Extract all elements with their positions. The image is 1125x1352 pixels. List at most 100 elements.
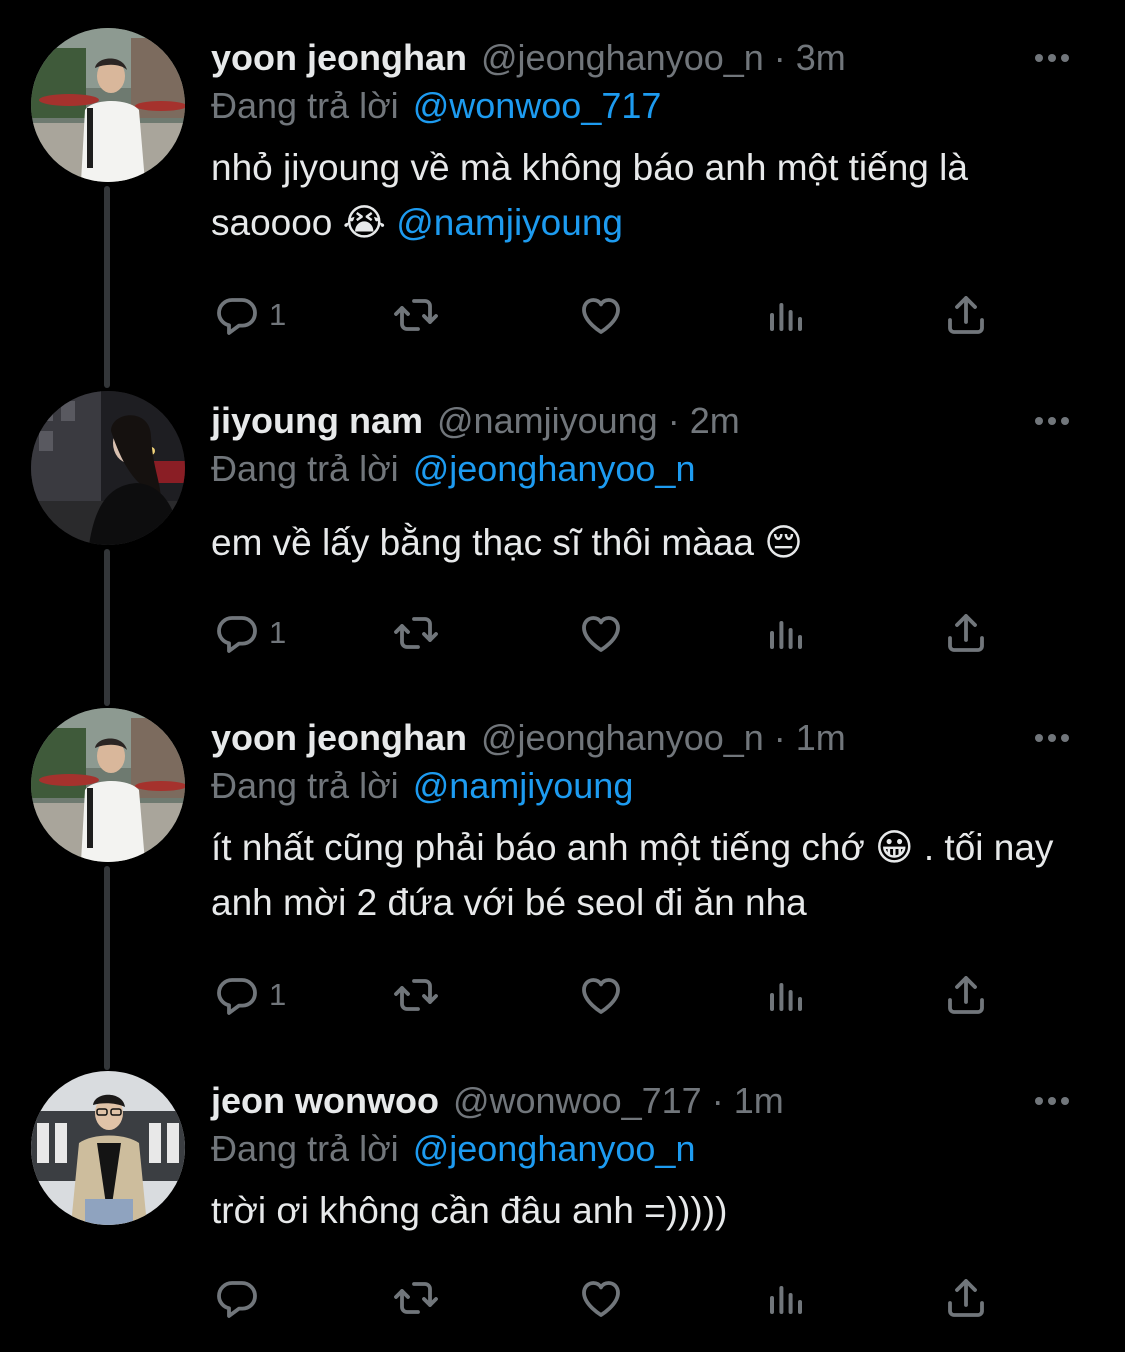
more-options-icon[interactable]	[1035, 36, 1069, 80]
tweet-header: jeon wonwoo @wonwoo_717 · 1m	[211, 1079, 784, 1123]
display-name[interactable]: yoon jeonghan	[211, 36, 467, 80]
separator-dot: ·	[667, 400, 680, 441]
replying-to-handle[interactable]: @wonwoo_717	[413, 85, 662, 126]
more-options-icon[interactable]	[1035, 716, 1069, 760]
share-button[interactable]	[942, 1273, 990, 1323]
bar-chart-icon	[762, 1274, 810, 1322]
views-button[interactable]	[762, 608, 810, 658]
more-options-icon[interactable]	[1035, 399, 1069, 443]
mention-link[interactable]: @namjiyoung	[396, 202, 623, 243]
tweet-text-content: trời ơi không cần đâu anh =)))))	[211, 1190, 728, 1231]
timestamp[interactable]: 2m	[690, 399, 740, 443]
tweet-header: yoon jeonghan @jeonghanyoo_n · 3m	[211, 36, 846, 80]
like-button[interactable]	[577, 970, 625, 1020]
timestamp[interactable]: 1m	[796, 716, 846, 760]
tweet-thread: yoon jeonghan @jeonghanyoo_n · 3m Đang t…	[0, 0, 1125, 1352]
heart-icon	[577, 609, 625, 657]
timestamp[interactable]: 1m	[734, 1079, 784, 1123]
display-name[interactable]: yoon jeonghan	[211, 716, 467, 760]
heart-icon	[577, 971, 625, 1019]
grinning-face-emoji: 😀	[875, 826, 914, 869]
separator-dot: ·	[711, 1080, 724, 1121]
reply-icon	[213, 609, 261, 657]
tweet-text: em về lấy bằng thạc sĩ thôi màaa 😔	[211, 515, 1081, 570]
share-button[interactable]	[942, 608, 990, 658]
user-handle[interactable]: @jeonghanyoo_n	[481, 716, 764, 760]
like-button[interactable]	[577, 608, 625, 658]
more-options-icon[interactable]	[1035, 1079, 1069, 1123]
separator-dot: ·	[773, 37, 786, 78]
reply-button[interactable]: 1	[213, 290, 286, 340]
views-button[interactable]	[762, 1273, 810, 1323]
separator-dot: ·	[773, 717, 786, 758]
tweet-text: trời ơi không cần đâu anh =)))))	[211, 1183, 1081, 1238]
retweet-button[interactable]	[392, 970, 440, 1020]
reply-count: 1	[269, 297, 287, 332]
heart-icon	[577, 291, 625, 339]
retweet-button[interactable]	[392, 608, 440, 658]
tweet-text: ít nhất cũng phải báo anh một tiếng chớ …	[211, 820, 1081, 930]
avatar[interactable]	[31, 28, 185, 182]
reply-count: 1	[269, 615, 287, 650]
replying-to-label: Đang trả lời	[211, 765, 399, 806]
bar-chart-icon	[762, 609, 810, 657]
user-handle[interactable]: @jeonghanyoo_n	[481, 36, 764, 80]
replying-to-label: Đang trả lời	[211, 1128, 399, 1169]
replying-to: Đang trả lời @jeonghanyoo_n	[211, 447, 695, 491]
avatar[interactable]	[31, 708, 185, 862]
profile-photo-man-white-shirt-icon	[31, 28, 185, 182]
profile-photo-man-white-shirt-icon	[31, 708, 185, 862]
tweet[interactable]: yoon jeonghan @jeonghanyoo_n · 1m Đang t…	[0, 708, 1125, 1038]
like-button[interactable]	[577, 290, 625, 340]
share-button[interactable]	[942, 970, 990, 1020]
timestamp[interactable]: 3m	[796, 36, 846, 80]
profile-photo-man-glasses-beige-jacket-icon	[31, 1071, 185, 1225]
bar-chart-icon	[762, 291, 810, 339]
replying-to-handle[interactable]: @jeonghanyoo_n	[413, 1128, 696, 1169]
reply-button[interactable]: 1	[213, 608, 286, 658]
loudly-crying-emoji: 😭	[342, 201, 386, 244]
retweet-icon	[392, 609, 440, 657]
retweet-button[interactable]	[392, 1273, 440, 1323]
replying-to-handle[interactable]: @jeonghanyoo_n	[413, 448, 696, 489]
reply-icon	[213, 1274, 261, 1322]
replying-to-label: Đang trả lời	[211, 448, 399, 489]
replying-to: Đang trả lời @jeonghanyoo_n	[211, 1127, 695, 1171]
tweet-header: jiyoung nam @namjiyoung · 2m	[211, 399, 740, 443]
share-icon	[942, 1274, 990, 1322]
replying-to: Đang trả lời @namjiyoung	[211, 764, 633, 808]
tweet-actions: 1	[211, 608, 1011, 658]
like-button[interactable]	[577, 1273, 625, 1323]
user-handle[interactable]: @namjiyoung	[437, 399, 658, 443]
reply-icon	[213, 291, 261, 339]
user-handle[interactable]: @wonwoo_717	[453, 1079, 702, 1123]
views-button[interactable]	[762, 970, 810, 1020]
retweet-icon	[392, 1274, 440, 1322]
share-icon	[942, 971, 990, 1019]
tweet-actions: 1	[211, 970, 1011, 1020]
replying-to: Đang trả lời @wonwoo_717	[211, 84, 661, 128]
display-name[interactable]: jiyoung nam	[211, 399, 423, 443]
tweet[interactable]: jiyoung nam @namjiyoung · 2m Đang trả lờ…	[0, 391, 1125, 681]
tweet[interactable]: yoon jeonghan @jeonghanyoo_n · 3m Đang t…	[0, 28, 1125, 358]
replying-to-handle[interactable]: @namjiyoung	[413, 765, 634, 806]
retweet-button[interactable]	[392, 290, 440, 340]
views-button[interactable]	[762, 290, 810, 340]
share-icon	[942, 291, 990, 339]
avatar[interactable]	[31, 391, 185, 545]
bar-chart-icon	[762, 971, 810, 1019]
reply-icon	[213, 971, 261, 1019]
tweet-header: yoon jeonghan @jeonghanyoo_n · 1m	[211, 716, 846, 760]
tweet[interactable]: jeon wonwoo @wonwoo_717 · 1m Đang trả lờ…	[0, 1071, 1125, 1351]
display-name[interactable]: jeon wonwoo	[211, 1079, 439, 1123]
reply-button[interactable]: 1	[213, 970, 286, 1020]
tweet-actions	[211, 1273, 1011, 1323]
share-button[interactable]	[942, 290, 990, 340]
avatar[interactable]	[31, 1071, 185, 1225]
profile-photo-woman-night-street-icon	[31, 391, 185, 545]
share-icon	[942, 609, 990, 657]
heart-icon	[577, 1274, 625, 1322]
reply-button[interactable]	[213, 1273, 269, 1323]
retweet-icon	[392, 291, 440, 339]
reply-count: 1	[269, 977, 287, 1012]
